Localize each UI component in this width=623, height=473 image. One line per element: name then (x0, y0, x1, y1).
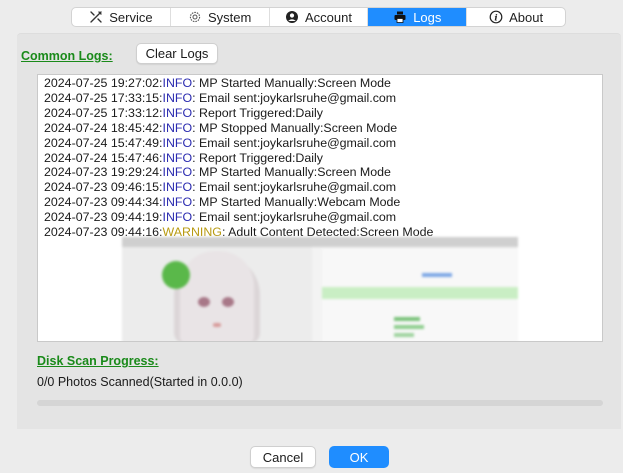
log-message: : Report Triggered:Daily (192, 105, 323, 120)
tab-group: Service System Account Logs i About (71, 7, 566, 27)
log-level: INFO (162, 76, 193, 90)
log-message: : Email sent:joykarlsruhe@gmail.com (192, 180, 397, 195)
tab-bar: Service System Account Logs i About (0, 0, 623, 32)
tab-service[interactable]: Service (72, 8, 171, 26)
common-logs-title: Common Logs: (21, 49, 113, 63)
tab-label: About (509, 9, 544, 25)
log-message: : MP Started Manually:Screen Mode (192, 76, 391, 90)
log-timestamp: 2024-07-23 19:29:24: (44, 165, 163, 180)
tab-logs[interactable]: Logs (368, 8, 468, 26)
tab-label: Logs (413, 9, 442, 25)
scan-status-text: 0/0 Photos Scanned(Started in 0.0.0) (37, 375, 243, 389)
log-line: 2024-07-25 17:33:15:INFO: Email sent:joy… (44, 91, 433, 106)
log-timestamp: 2024-07-24 15:47:46: (44, 150, 163, 165)
log-line: 2024-07-24 15:47:49:INFO: Email sent:joy… (44, 136, 433, 151)
preferences-window: Service System Account Logs i About Comm… (0, 0, 623, 473)
log-line: 2024-07-25 17:33:12:INFO: Report Trigger… (44, 106, 433, 121)
log-line: 2024-07-24 18:45:42:INFO: MP Stopped Man… (44, 121, 433, 136)
printer-icon (393, 10, 407, 24)
gear-icon (188, 10, 202, 24)
log-level: INFO (162, 90, 193, 105)
log-line: 2024-07-24 15:47:46:INFO: Report Trigger… (44, 151, 433, 166)
log-message: : MP Started Manually:Webcam Mode (192, 195, 401, 210)
log-level: INFO (162, 165, 193, 180)
log-message: : MP Stopped Manually:Screen Mode (192, 120, 398, 135)
log-timestamp: 2024-07-24 18:45:42: (44, 120, 163, 135)
log-message: : Email sent:joykarlsruhe@gmail.com (192, 210, 397, 225)
tab-system[interactable]: System (171, 8, 270, 26)
tab-label: Service (109, 9, 153, 25)
ok-button[interactable]: OK (329, 446, 389, 468)
log-level: INFO (162, 180, 193, 195)
log-timestamp: 2024-07-24 15:47:49: (44, 135, 163, 150)
svg-text:i: i (494, 13, 497, 23)
blurred-screenshot-thumbnail (122, 237, 518, 341)
log-message: : Report Triggered:Daily (192, 150, 323, 165)
log-line: 2024-07-23 09:46:15:INFO: Email sent:joy… (44, 180, 433, 195)
log-timestamp: 2024-07-25 17:33:15: (44, 90, 163, 105)
log-level: INFO (162, 105, 193, 120)
log-level: INFO (162, 135, 193, 150)
log-timestamp: 2024-07-23 09:44:34: (44, 195, 163, 210)
log-level: INFO (162, 150, 193, 165)
log-level: INFO (162, 210, 193, 225)
log-timestamp: 2024-07-25 19:27:02: (44, 76, 163, 90)
info-icon: i (489, 10, 503, 24)
cancel-button[interactable]: Cancel (250, 446, 316, 468)
log-line: 2024-07-25 19:27:02:INFO: MP Started Man… (44, 76, 433, 91)
tab-account[interactable]: Account (270, 8, 369, 26)
log-lines: 2024-07-25 19:27:02:INFO: MP Started Man… (44, 76, 433, 240)
scan-progress-bar (37, 400, 603, 406)
tab-label: System (208, 9, 252, 25)
tab-label: Account (305, 9, 352, 25)
wrench-screwdriver-icon (89, 10, 103, 24)
log-message: : MP Started Manually:Screen Mode (192, 165, 391, 180)
log-level: INFO (162, 120, 193, 135)
log-timestamp: 2024-07-23 09:46:15: (44, 180, 163, 195)
log-line: 2024-07-23 09:44:34:INFO: MP Started Man… (44, 195, 433, 210)
log-list[interactable]: 2024-07-25 19:27:02:INFO: MP Started Man… (37, 74, 603, 342)
log-message: : Email sent:joykarlsruhe@gmail.com (192, 90, 397, 105)
disk-scan-title: Disk Scan Progress: (37, 354, 159, 368)
log-timestamp: 2024-07-23 09:44:19: (44, 210, 163, 225)
user-circle-icon (285, 10, 299, 24)
log-line: 2024-07-23 09:44:19:INFO: Email sent:joy… (44, 210, 433, 225)
tab-about[interactable]: i About (467, 8, 565, 26)
log-line: 2024-07-23 19:29:24:INFO: MP Started Man… (44, 165, 433, 180)
log-timestamp: 2024-07-25 17:33:12: (44, 105, 163, 120)
log-message: : Email sent:joykarlsruhe@gmail.com (192, 135, 397, 150)
log-level: INFO (162, 195, 193, 210)
clear-logs-button[interactable]: Clear Logs (136, 43, 218, 64)
